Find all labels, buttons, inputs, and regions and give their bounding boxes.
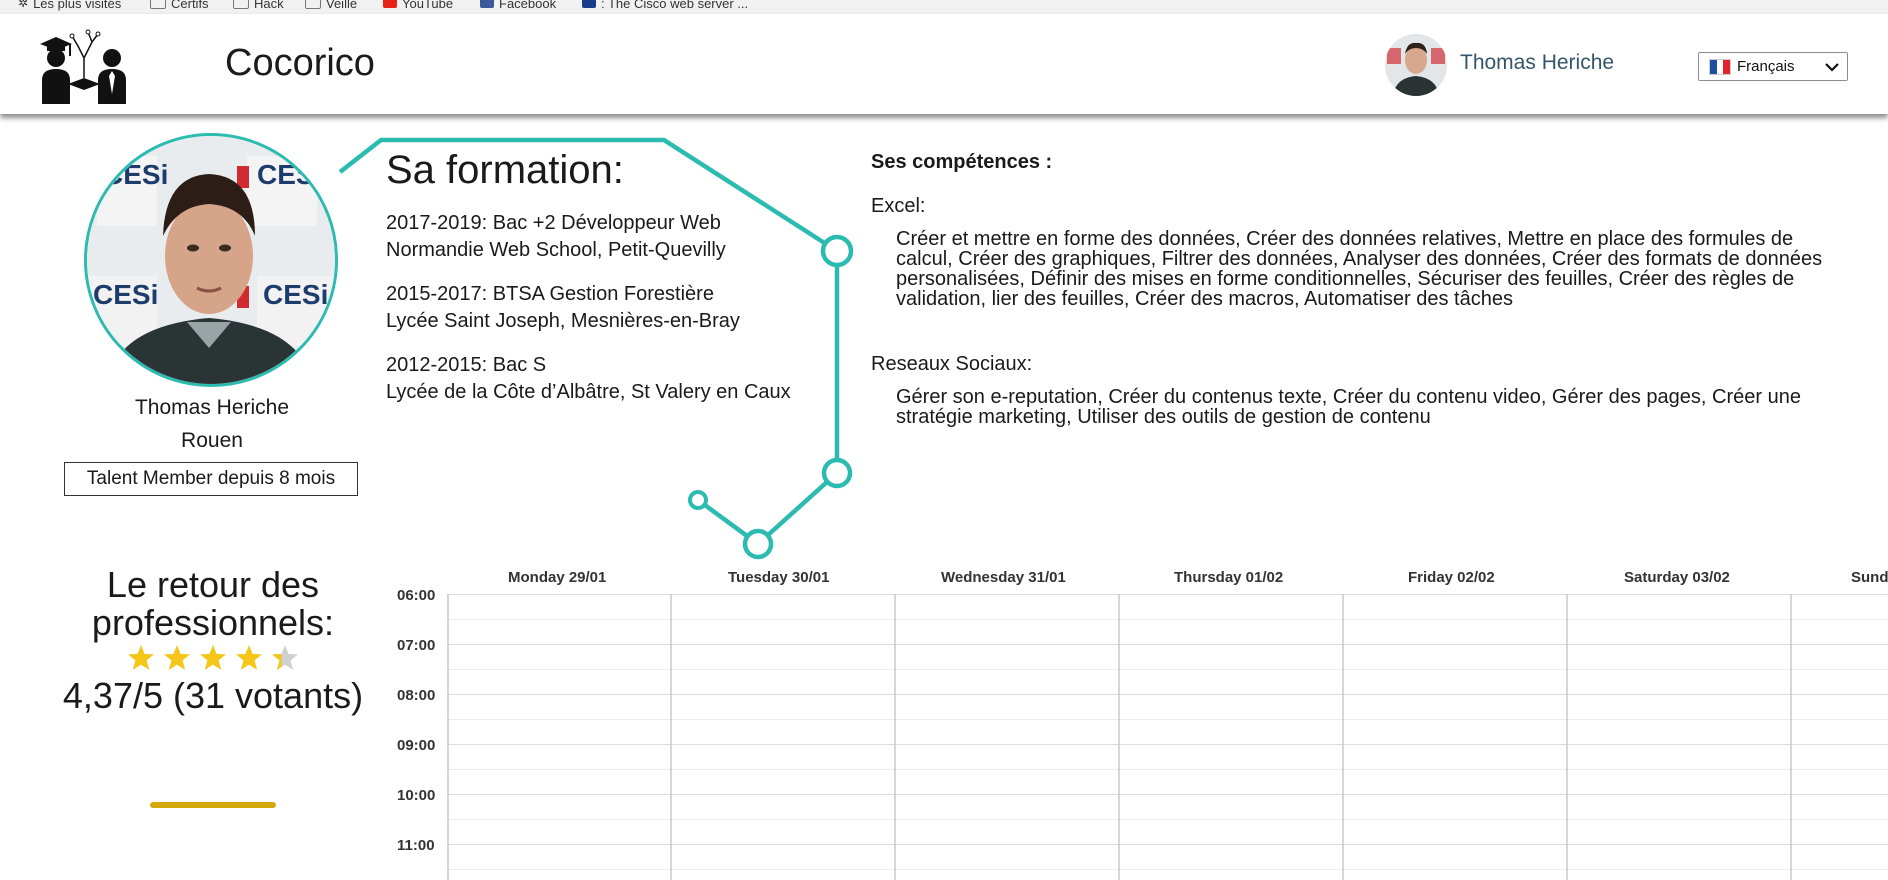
user-avatar[interactable] bbox=[1385, 34, 1447, 96]
svg-text:CESi: CESi bbox=[93, 279, 158, 310]
cocorico-logo-icon[interactable] bbox=[38, 28, 130, 104]
language-select[interactable]: Français bbox=[1698, 52, 1848, 81]
brand-title[interactable]: Cocorico bbox=[225, 42, 375, 85]
user-name-link[interactable]: Thomas Heriche bbox=[1460, 51, 1614, 75]
site-header: Cocorico Thomas Heriche Français bbox=[0, 14, 1888, 114]
france-flag-icon bbox=[1709, 58, 1731, 75]
chevron-down-icon bbox=[1825, 63, 1839, 72]
timeline-decoration bbox=[338, 137, 854, 560]
svg-text:CESi: CESi bbox=[263, 279, 328, 310]
profile-photo: CESi CESi CESi CESi bbox=[84, 133, 338, 387]
language-value: Français bbox=[1737, 58, 1795, 75]
